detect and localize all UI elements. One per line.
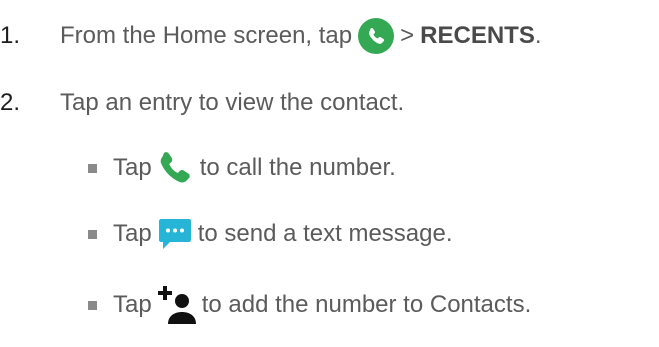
step-end: . <box>534 22 542 49</box>
step-1: 1. From the Home screen, tap > RECENTS . <box>0 18 542 54</box>
bullet-marker <box>88 163 97 173</box>
message-icon <box>158 217 192 251</box>
bullet-text: to call the number. <box>199 154 396 181</box>
phone-app-icon <box>358 18 395 54</box>
bullet-marker <box>88 229 97 239</box>
bullet-message: Tap to send a text message. <box>88 214 453 254</box>
step-text: Tap an entry to view the contact. <box>60 89 405 116</box>
add-contact-icon <box>157 284 196 326</box>
bullet-text: to send a text message. <box>197 220 453 247</box>
phone-call-icon <box>158 149 194 187</box>
bullet-marker <box>88 300 97 310</box>
bullet-add-contact: Tap to add the number to Contacts. <box>88 283 531 327</box>
step-text-after: > <box>400 22 415 49</box>
bullet-prefix: Tap <box>113 220 152 247</box>
bullet-prefix: Tap <box>113 154 152 181</box>
step-2: 2. Tap an entry to view the contact. <box>0 85 404 121</box>
bullet-text: to add the number to Contacts. <box>201 291 532 318</box>
bullet-call: Tap to call the number. <box>88 148 396 188</box>
step-number: 1. <box>0 22 21 49</box>
bullet-prefix: Tap <box>113 291 152 318</box>
step-number: 2. <box>0 89 21 116</box>
step-text: From the Home screen, tap <box>60 22 353 49</box>
recents-label: RECENTS <box>420 22 535 49</box>
